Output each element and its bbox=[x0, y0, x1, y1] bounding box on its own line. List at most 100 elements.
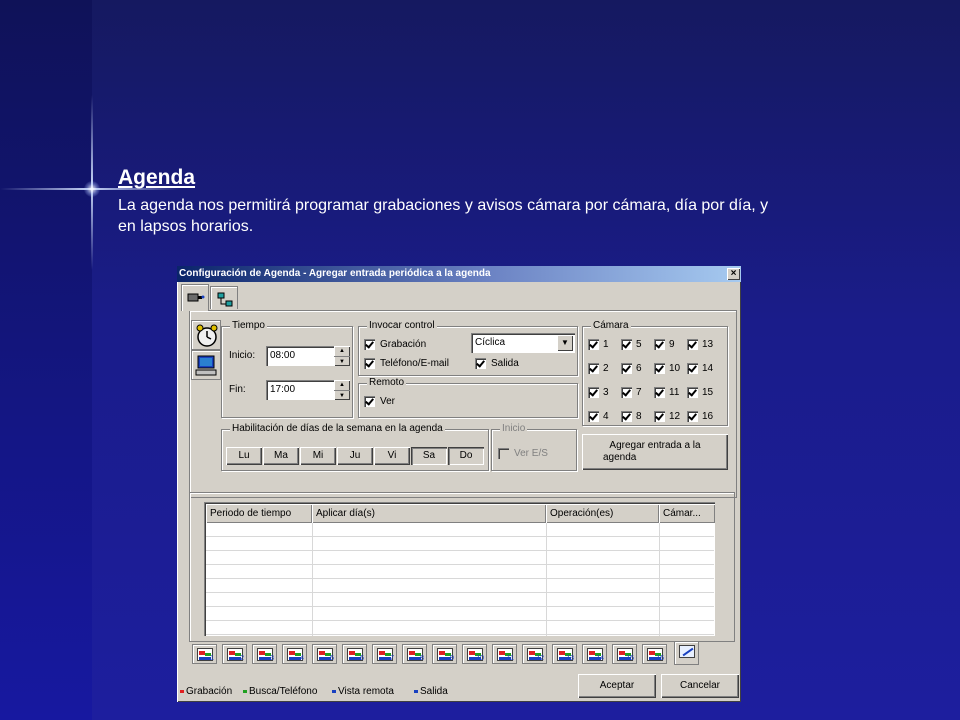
day-button-lu[interactable]: Lu bbox=[226, 447, 262, 465]
table-row[interactable] bbox=[206, 523, 714, 537]
ver-checkbox[interactable] bbox=[364, 396, 375, 407]
spin-down-icon[interactable]: ▼ bbox=[334, 356, 350, 366]
camera-tab-14[interactable]: 14 bbox=[582, 644, 607, 664]
day-button-ju[interactable]: Ju bbox=[337, 447, 373, 465]
spin-up-icon[interactable]: ▲ bbox=[334, 380, 350, 390]
computer-icon bbox=[195, 355, 217, 376]
column-header[interactable]: Aplicar día(s) bbox=[312, 504, 546, 523]
camera-tab-6[interactable]: 6 bbox=[342, 644, 367, 664]
remoto-group-title: Remoto bbox=[367, 377, 407, 388]
camera-tab-4[interactable]: 4 bbox=[282, 644, 307, 664]
day-button-sa[interactable]: Sa bbox=[411, 447, 447, 465]
tab-network[interactable] bbox=[210, 286, 238, 309]
table-row[interactable] bbox=[206, 593, 714, 607]
camera-label-12: 12 bbox=[669, 411, 681, 422]
schedule-computer-button[interactable] bbox=[191, 350, 221, 380]
camera-tab-1[interactable]: 1 bbox=[192, 644, 217, 664]
camera-tab-13[interactable]: 13 bbox=[552, 644, 577, 664]
camera-checkbox-13[interactable] bbox=[687, 339, 698, 350]
legend-item: Salida bbox=[414, 686, 448, 697]
camera-tab-9[interactable]: 9 bbox=[432, 644, 457, 664]
remoto-group: Remoto Ver bbox=[358, 377, 578, 418]
camera-checkbox-7[interactable] bbox=[621, 387, 632, 398]
camera-tab-number: 15 bbox=[626, 655, 634, 662]
spin-down-icon[interactable]: ▼ bbox=[334, 390, 350, 400]
camera-checkbox-8[interactable] bbox=[621, 411, 632, 422]
camera-tab-10[interactable]: 10 bbox=[462, 644, 487, 664]
slide-body: La agenda nos permitirá programar grabac… bbox=[118, 197, 769, 235]
clock-icon bbox=[196, 324, 218, 347]
chevron-down-icon[interactable]: ▼ bbox=[557, 335, 573, 351]
table-row[interactable] bbox=[206, 551, 714, 565]
tab-camera[interactable] bbox=[181, 284, 209, 311]
agregar-entrada-button[interactable]: Agregar entrada a la agenda bbox=[582, 434, 728, 470]
camara-group-title: Cámara bbox=[591, 320, 631, 331]
camera-checkbox-14[interactable] bbox=[687, 363, 698, 374]
ver-es-label: Ver E/S bbox=[514, 448, 548, 459]
recording-mode-select[interactable]: Cíclica ▼ bbox=[471, 333, 575, 353]
column-header[interactable]: Cámar... bbox=[659, 504, 715, 523]
camera-checkbox-10[interactable] bbox=[654, 363, 665, 374]
column-header[interactable]: Periodo de tiempo bbox=[206, 504, 312, 523]
camera-tab-5[interactable]: 5 bbox=[312, 644, 337, 664]
camera-tab-all[interactable] bbox=[674, 641, 699, 665]
camera-tab-3[interactable]: 3 bbox=[252, 644, 277, 664]
camera-tab-8[interactable]: 8 bbox=[402, 644, 427, 664]
table-row[interactable] bbox=[206, 565, 714, 579]
table-row[interactable] bbox=[206, 579, 714, 593]
entries-table[interactable]: Periodo de tiempo Aplicar día(s) Operaci… bbox=[204, 502, 715, 636]
camera-tab-15[interactable]: 15 bbox=[612, 644, 637, 664]
day-button-vi[interactable]: Vi bbox=[374, 447, 410, 465]
ver-label: Ver bbox=[380, 396, 396, 407]
camera-checkbox-3[interactable] bbox=[588, 387, 599, 398]
camera-checkbox-15[interactable] bbox=[687, 387, 698, 398]
inicio-time-field[interactable]: 08:00 bbox=[266, 346, 334, 366]
camera-checkbox-11[interactable] bbox=[654, 387, 665, 398]
agregar-label-line2: agenda bbox=[603, 452, 637, 463]
camera-label-7: 7 bbox=[636, 387, 642, 398]
camera-tab-number: 6 bbox=[360, 655, 364, 662]
camera-checkbox-4[interactable] bbox=[588, 411, 599, 422]
invocar-control-group: Invocar control Grabación Cíclica ▼ Telé… bbox=[358, 320, 578, 376]
camera-tab-number: 12 bbox=[536, 655, 544, 662]
camera-tab-11[interactable]: 11 bbox=[492, 644, 517, 664]
glint-star bbox=[84, 181, 100, 197]
camera-tab-12[interactable]: 12 bbox=[522, 644, 547, 664]
camera-tab-16[interactable]: 16 bbox=[642, 644, 667, 664]
recording-mode-value: Cíclica bbox=[475, 337, 506, 348]
fin-spinner[interactable]: ▲ ▼ bbox=[334, 380, 350, 400]
close-icon[interactable]: × bbox=[727, 268, 740, 280]
schedule-clock-button[interactable] bbox=[191, 320, 221, 350]
spin-up-icon[interactable]: ▲ bbox=[334, 346, 350, 356]
camera-tab-2[interactable]: 2 bbox=[222, 644, 247, 664]
camera-checkbox-16[interactable] bbox=[687, 411, 698, 422]
column-header[interactable]: Operación(es) bbox=[546, 504, 659, 523]
camera-checkbox-5[interactable] bbox=[621, 339, 632, 350]
table-row[interactable] bbox=[206, 607, 714, 621]
camera-checkbox-9[interactable] bbox=[654, 339, 665, 350]
camera-checkbox-2[interactable] bbox=[588, 363, 599, 374]
day-button-ma[interactable]: Ma bbox=[263, 447, 299, 465]
fin-time-field[interactable]: 17:00 bbox=[266, 380, 334, 400]
camera-label-15: 15 bbox=[702, 387, 714, 398]
camara-group: Cámara 1 5 9 13 2 6 10 14 3 7 11 15 4 8 12 16 bbox=[582, 320, 728, 426]
salida-checkbox[interactable] bbox=[475, 358, 486, 369]
ver-es-checkbox[interactable] bbox=[498, 448, 509, 459]
cancelar-button[interactable]: Cancelar bbox=[661, 674, 739, 698]
day-button-do[interactable]: Do bbox=[448, 447, 484, 465]
day-button-mi[interactable]: Mi bbox=[300, 447, 336, 465]
tiempo-group-title: Tiempo bbox=[230, 320, 267, 331]
camera-tab-7[interactable]: 7 bbox=[372, 644, 397, 664]
table-row[interactable] bbox=[206, 537, 714, 551]
camera-checkbox-12[interactable] bbox=[654, 411, 665, 422]
inicio-spinner[interactable]: ▲ ▼ bbox=[334, 346, 350, 366]
table-row[interactable] bbox=[206, 621, 714, 635]
slide-side-band bbox=[0, 0, 92, 720]
camera-checkbox-6[interactable] bbox=[621, 363, 632, 374]
telefono-checkbox[interactable] bbox=[364, 358, 375, 369]
camera-checkbox-1[interactable] bbox=[588, 339, 599, 350]
grabacion-checkbox[interactable] bbox=[364, 339, 375, 350]
tiempo-group: Tiempo Inicio: 08:00 ▲ ▼ Fin: 17:00 ▲ ▼ bbox=[221, 320, 353, 418]
telefono-label: Teléfono/E-mail bbox=[380, 358, 449, 369]
aceptar-button[interactable]: Aceptar bbox=[578, 674, 656, 698]
